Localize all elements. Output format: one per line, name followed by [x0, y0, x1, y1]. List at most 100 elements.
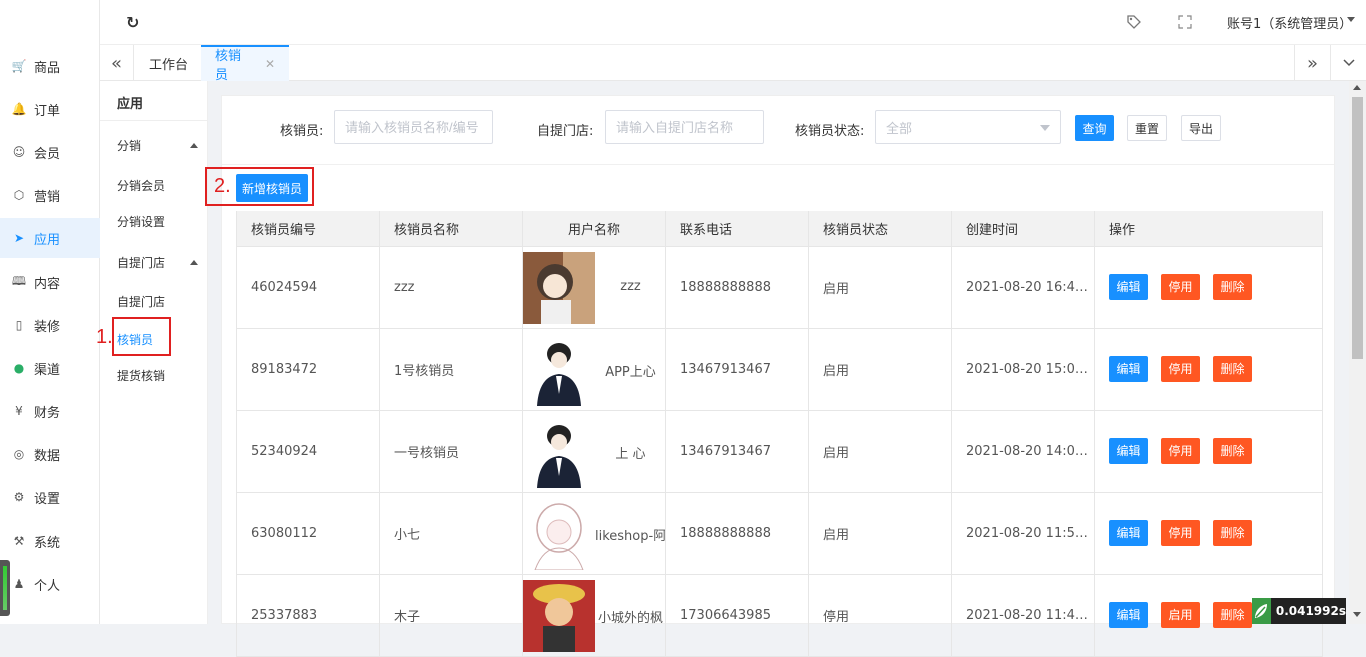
cell-user: APP上心: [522, 328, 666, 411]
fullscreen-icon[interactable]: [1178, 15, 1192, 33]
tag-icon[interactable]: [1126, 14, 1142, 34]
store-filter-label: 自提门店:: [537, 124, 594, 139]
user-avatar: [523, 575, 595, 656]
delete-button[interactable]: 删除: [1213, 519, 1252, 546]
toggle-status-button[interactable]: 停用: [1161, 355, 1200, 382]
status-select-value: 全部: [886, 120, 913, 136]
sidebar-item-label: 个人: [34, 578, 61, 594]
globe-icon: ◎: [13, 447, 25, 461]
cell-verifier-name: 1号核销员: [379, 328, 523, 411]
submenu-group-distribution[interactable]: 分销: [100, 127, 208, 163]
header-created: 创建时间: [951, 211, 1095, 247]
edit-button[interactable]: 编辑: [1109, 273, 1148, 300]
sidebar-item[interactable]: ⬡ 营销: [0, 175, 100, 215]
cell-created: 2021-08-20 16:49...: [951, 246, 1095, 329]
query-button[interactable]: 查询: [1075, 115, 1114, 141]
submenu-item-pickup-store[interactable]: 自提门店: [100, 283, 208, 319]
cell-actions: 编辑 停用 删除: [1094, 328, 1323, 411]
annotation-box-1: [112, 317, 171, 356]
sidebar-item-label: 数据: [34, 448, 61, 464]
cell-user-name: 小城外的枫: [597, 610, 663, 626]
submenu-item-distribution-settings[interactable]: 分销设置: [100, 203, 208, 239]
table-row: 46024594 zzz zzz 18888888888 启用 2021-08-20 16…: [236, 246, 1323, 329]
store-search-input[interactable]: [605, 110, 764, 144]
tabs-scroll-left-icon[interactable]: «: [100, 45, 134, 81]
toggle-status-button[interactable]: 停用: [1161, 273, 1200, 300]
cell-user-name: APP上心: [605, 364, 656, 380]
cell-phone: 17306643985: [665, 574, 809, 657]
cell-user: 小城外的枫: [522, 574, 666, 657]
page-scrollbar[interactable]: [1349, 81, 1366, 624]
cell-status: 启用: [808, 328, 952, 411]
edit-button[interactable]: 编辑: [1109, 355, 1148, 382]
tablet-icon: ▯: [15, 318, 23, 332]
header-verifier-name: 核销员名称: [379, 211, 523, 247]
account-name[interactable]: 账号1（系统管理员）: [1227, 13, 1352, 32]
cell-user: likeshop-阿: [522, 492, 666, 575]
content-panel: 核销员: 自提门店: 核销员状态: 全部 查询 重置 导出 新增核销员 核销员编…: [221, 95, 1335, 657]
scroll-down-arrow-icon[interactable]: [1353, 612, 1361, 617]
sidebar-item-label: 订单: [34, 103, 61, 119]
tools-icon: ⚒: [13, 534, 25, 548]
delete-button[interactable]: 删除: [1213, 437, 1252, 464]
cell-phone: 18888888888: [665, 492, 809, 575]
cell-verifier-id: 46024594: [236, 246, 380, 329]
edit-button[interactable]: 编辑: [1109, 437, 1148, 464]
tab-close-icon[interactable]: ✕: [265, 57, 275, 71]
table-row: 52340924 一号核销员 上 心 13467913467 启用 2021-08-20 …: [236, 410, 1323, 493]
user-avatar: [523, 247, 595, 328]
sidebar-item-label: 装修: [34, 319, 61, 335]
sidebar-item-label: 渠道: [34, 362, 61, 378]
debug-timer-badge[interactable]: 0.041992s: [1252, 598, 1346, 624]
edit-button[interactable]: 编辑: [1109, 519, 1148, 546]
tab-workbench[interactable]: 工作台: [135, 45, 202, 81]
toggle-status-button[interactable]: 停用: [1161, 437, 1200, 464]
verifier-search-input[interactable]: [334, 110, 493, 144]
sidebar-item[interactable]: 🕮 内容: [0, 262, 100, 302]
sidebar-item[interactable]: ⚒ 系统: [0, 521, 100, 561]
refresh-icon[interactable]: ↻: [126, 13, 139, 32]
submenu-item-pickup-verify[interactable]: 提货核销: [100, 357, 208, 393]
sidebar-item[interactable]: ¥ 财务: [0, 391, 100, 431]
cell-user: zzz: [522, 246, 666, 329]
tab-bar: « 工作台 核销员 ✕ »: [100, 45, 1366, 83]
submenu-group-label: 自提门店: [117, 255, 166, 270]
user-avatar: [523, 411, 595, 492]
reset-button[interactable]: 重置: [1127, 115, 1167, 141]
cell-phone: 13467913467: [665, 410, 809, 493]
cube-icon: ⬡: [13, 188, 25, 202]
delete-button[interactable]: 删除: [1213, 355, 1252, 382]
table-row: 63080112 小七 likeshop-阿 18888888888 启用 2021-08…: [236, 492, 1323, 575]
submenu-item-distribution-members[interactable]: 分销会员: [100, 167, 208, 203]
export-button[interactable]: 导出: [1181, 115, 1221, 141]
sidebar-item[interactable]: ◎ 数据: [0, 434, 100, 474]
tabs-menu-chevron-icon[interactable]: [1330, 45, 1366, 81]
sidebar-item[interactable]: ☺ 会员: [0, 132, 100, 172]
sidebar-item[interactable]: ⚙ 设置: [0, 477, 100, 517]
submenu-group-pickup[interactable]: 自提门店: [100, 244, 208, 280]
tab-label: 工作台: [149, 57, 189, 73]
status-select[interactable]: 全部: [875, 110, 1061, 144]
toggle-status-button[interactable]: 停用: [1161, 519, 1200, 546]
sidebar-item[interactable]: ♟ 个人: [0, 564, 100, 604]
tabs-scroll-right-icon[interactable]: »: [1294, 45, 1330, 81]
submenu-item-label: 分销会员: [117, 178, 166, 193]
sidebar-item[interactable]: 🔔 订单: [0, 89, 100, 129]
debug-widget-edge: [0, 560, 10, 616]
sidebar-item[interactable]: ● 渠道: [0, 348, 100, 388]
scroll-up-arrow-icon[interactable]: [1353, 85, 1361, 90]
tab-verifier[interactable]: 核销员 ✕: [201, 45, 289, 83]
cell-verifier-id: 63080112: [236, 492, 380, 575]
sidebar-item[interactable]: ➤ 应用: [0, 218, 100, 258]
sidebar-item-label: 应用: [34, 232, 61, 248]
account-dropdown-icon[interactable]: [1347, 17, 1355, 22]
cell-verifier-id: 52340924: [236, 410, 380, 493]
sidebar-item[interactable]: 🛒 商品: [0, 46, 100, 86]
scrollbar-thumb[interactable]: [1352, 97, 1363, 359]
cell-created: 2021-08-20 11:46:...: [951, 574, 1095, 657]
delete-button[interactable]: 删除: [1213, 273, 1252, 300]
leaf-logo-icon: [1252, 598, 1271, 624]
submenu-title-text: 应用: [117, 97, 144, 112]
annotation-step-1: 1.: [96, 326, 113, 348]
sidebar-item[interactable]: ▯ 装修: [0, 305, 100, 345]
